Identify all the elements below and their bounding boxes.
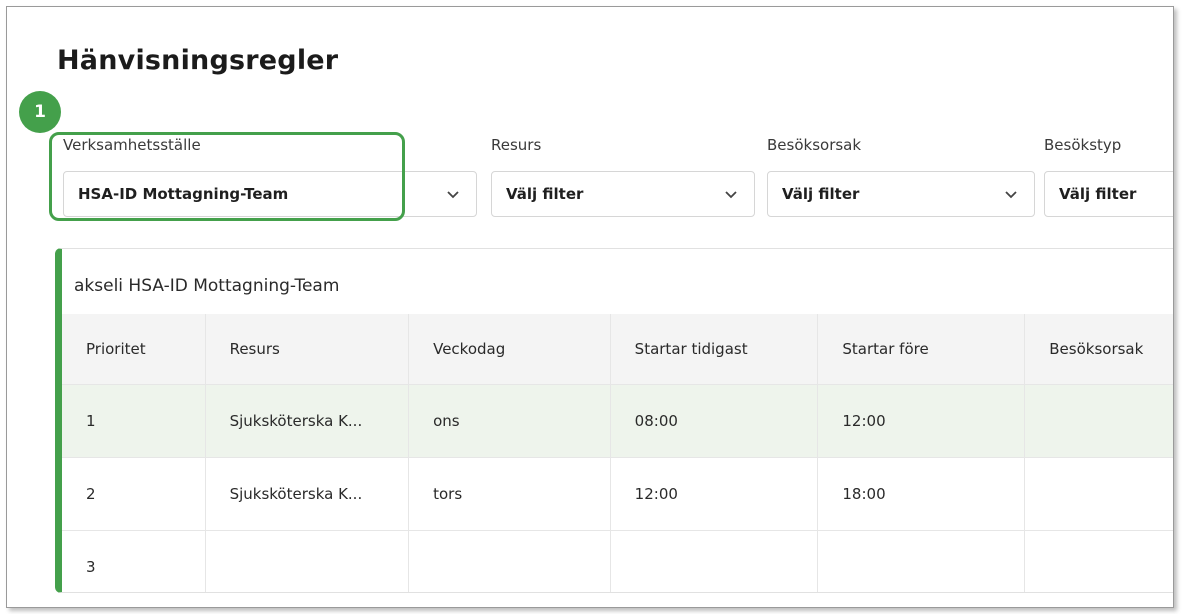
filter-label-resurs: Resurs — [491, 136, 542, 154]
col-header-besoksorsak[interactable]: Besöksorsak — [1024, 314, 1173, 385]
cell-startar-tidigast — [610, 530, 819, 592]
chevron-down-icon — [1005, 191, 1017, 199]
cell-startar-tidigast: 08:00 — [610, 384, 819, 458]
table-row[interactable]: 3 — [62, 530, 1173, 592]
cell-prioritet: 1 — [62, 384, 206, 458]
table-header-row: Prioritet Resurs Veckodag Startar tidiga… — [62, 314, 1173, 385]
cell-veckodag: tors — [408, 457, 611, 531]
cell-startar-tidigast: 12:00 — [610, 457, 819, 531]
highlight-box — [49, 132, 405, 221]
cell-veckodag — [408, 530, 611, 592]
cell-resurs: Sjuksköterska K... — [205, 457, 410, 531]
col-header-startar-fore[interactable]: Startar före — [817, 314, 1026, 385]
besokstyp-select[interactable]: Välj filter — [1044, 171, 1173, 217]
cell-resurs: Sjuksköterska K... — [205, 384, 410, 458]
table-row[interactable]: 2 Sjuksköterska K... tors 12:00 18:00 — [62, 457, 1173, 531]
chevron-down-icon — [725, 191, 737, 199]
cell-startar-fore — [817, 530, 1026, 592]
besoksorsak-select[interactable]: Välj filter — [767, 171, 1035, 217]
cell-besoksorsak — [1024, 457, 1173, 531]
cell-besoksorsak — [1024, 384, 1173, 458]
resurs-value: Välj filter — [506, 185, 584, 203]
cell-besoksorsak — [1024, 530, 1173, 592]
step-badge: 1 — [19, 91, 61, 133]
rules-card: akseli HSA-ID Mottagning-Team Prioritet … — [55, 248, 1173, 593]
cell-startar-fore: 12:00 — [817, 384, 1026, 458]
besokstyp-value: Välj filter — [1059, 185, 1137, 203]
col-header-resurs[interactable]: Resurs — [205, 314, 410, 385]
filter-label-besokstyp: Besökstyp — [1044, 136, 1122, 154]
card-title: akseli HSA-ID Mottagning-Team — [74, 276, 340, 296]
col-header-veckodag[interactable]: Veckodag — [408, 314, 611, 385]
resurs-select[interactable]: Välj filter — [491, 171, 755, 217]
page-title: Hänvisningsregler — [57, 45, 339, 76]
cell-veckodag: ons — [408, 384, 611, 458]
screenshot-frame: Hänvisningsregler 1 Verksamhetsställe HS… — [6, 6, 1174, 608]
besoksorsak-value: Välj filter — [782, 185, 860, 203]
chevron-down-icon — [447, 191, 459, 199]
col-header-prioritet[interactable]: Prioritet — [62, 314, 206, 385]
cell-prioritet: 3 — [62, 530, 206, 592]
rules-table: Prioritet Resurs Veckodag Startar tidiga… — [62, 314, 1173, 592]
cell-resurs — [205, 530, 410, 592]
cell-startar-fore: 18:00 — [817, 457, 1026, 531]
filter-label-besoksorsak: Besöksorsak — [767, 136, 862, 154]
cell-prioritet: 2 — [62, 457, 206, 531]
table-row[interactable]: 1 Sjuksköterska K... ons 08:00 12:00 — [62, 384, 1173, 458]
col-header-startar-tidigast[interactable]: Startar tidigast — [610, 314, 819, 385]
